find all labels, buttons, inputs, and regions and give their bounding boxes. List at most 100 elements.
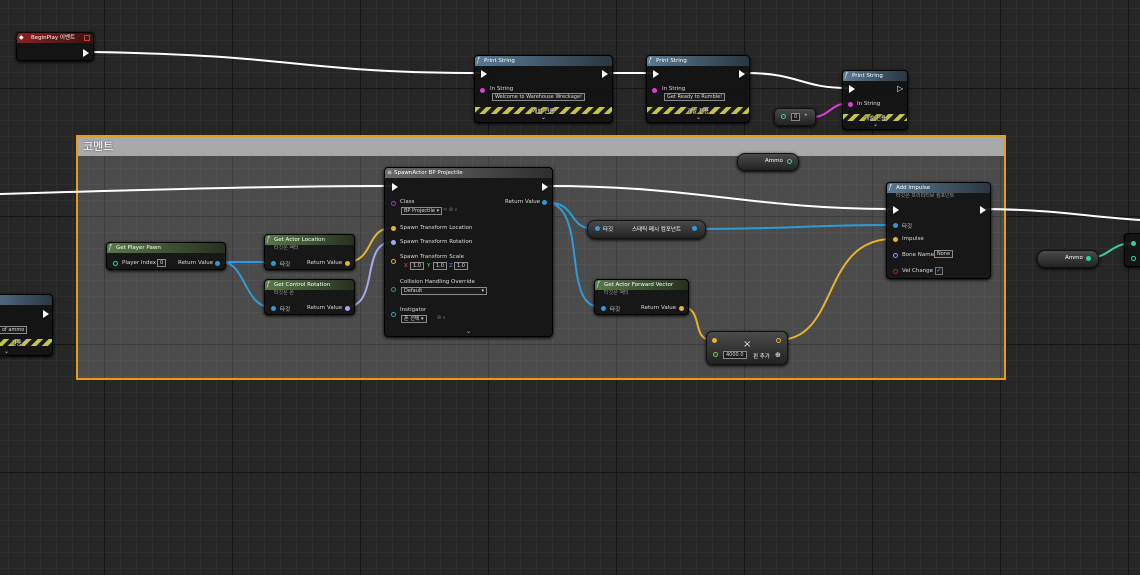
ammo-out-pin[interactable] (1086, 256, 1091, 261)
vel-change-pin[interactable] (893, 269, 898, 274)
print-string-partial-node[interactable]: of ammo 전용 ⌄ (0, 294, 53, 356)
chevron-down-icon[interactable]: ⌄ (466, 328, 471, 335)
spawn-location-label: Spawn Transform Location (400, 225, 473, 231)
target-pin[interactable] (271, 306, 276, 311)
collision-dropdown[interactable]: Default ▾ (401, 287, 487, 295)
print-string-node-2[interactable]: f Print String In String Get Ready to Rum… (646, 55, 750, 123)
bone-name-field[interactable]: None (934, 250, 954, 258)
vel-change-checkbox[interactable]: ✓ (935, 267, 943, 275)
int-in-pin[interactable] (781, 114, 786, 119)
node-subtitle: 타깃은 프리미티브 컴포넌트 (896, 193, 955, 199)
exec-in-pin[interactable] (849, 85, 855, 93)
return-value-label: Return Value (641, 305, 677, 311)
instigator-dropdown[interactable]: 폰 선택 ▾ (401, 315, 427, 323)
exec-in-pin[interactable] (481, 70, 487, 78)
dev-only-bar: 전용 (0, 339, 52, 347)
impulse-pin[interactable] (893, 237, 898, 242)
instigator-pin[interactable] (391, 312, 396, 317)
in-string-field[interactable]: Get Ready to Rumble! (664, 93, 726, 101)
in-string-field[interactable]: Welcome to Warehouse Wreckage! (492, 93, 586, 101)
exec-in-pin[interactable] (653, 70, 659, 78)
exec-out-pin[interactable] (739, 70, 745, 78)
target-label: 타깃 (610, 307, 621, 313)
vector-in-pin[interactable] (712, 338, 717, 343)
get-actor-forward-vector-node[interactable]: f Get Actor Forward Vector 타깃은 액터 타깃 Retu… (594, 279, 689, 315)
float-in-pin[interactable] (713, 352, 718, 357)
player-index-field[interactable]: 0 (157, 259, 167, 267)
return-value-pin[interactable] (692, 226, 697, 231)
return-value-pin[interactable] (215, 261, 220, 266)
exec-out-pin[interactable] (43, 310, 49, 318)
exec-out-pin-outline: ▷ (897, 84, 904, 93)
browse-icon[interactable]: ⊘ ⌕ (437, 315, 446, 321)
return-value-label: Return Value (307, 305, 343, 311)
node-title: Print String (484, 58, 515, 64)
add-impulse-node[interactable]: f Add Impulse 타깃은 프리미티브 컴포넌트 타깃 Impulse B… (886, 182, 991, 279)
add-pin-icon[interactable]: ⊕ (775, 351, 781, 359)
target-pin[interactable] (893, 223, 898, 228)
ammo-out-pin[interactable] (787, 159, 792, 164)
target-pin[interactable] (601, 306, 606, 311)
target-label: 타깃 (280, 307, 291, 313)
function-icon: f (477, 57, 480, 64)
multiply-node[interactable]: × 4000.0 핀 추가 ⊕ (706, 331, 788, 365)
chevron-down-icon[interactable]: ⌄ (873, 121, 878, 128)
get-actor-location-node[interactable]: f Get Actor Location 타깃은 액터 타깃 Return Val… (264, 234, 355, 270)
class-dropdown[interactable]: BP Projectile ▾ (401, 207, 443, 215)
return-value-label: Return Value (307, 260, 343, 266)
exec-out-pin[interactable] (83, 49, 89, 57)
in-string-pin[interactable] (480, 88, 485, 93)
spawn-actor-node[interactable]: ≡ SpawnActor BP Projectile Class BP Proje… (384, 167, 553, 337)
exec-out-pin[interactable] (602, 70, 608, 78)
exec-out-pin[interactable] (980, 206, 986, 214)
in-string-label: In String (857, 101, 881, 107)
return-value-pin[interactable] (542, 200, 547, 205)
spawn-location-pin[interactable] (391, 226, 396, 231)
partial-right-node[interactable] (1124, 233, 1140, 267)
event-icon: ◆ (19, 34, 24, 41)
return-value-pin[interactable] (679, 306, 684, 311)
vector-out-pin[interactable] (776, 338, 781, 343)
vector-wire (777, 238, 894, 341)
function-icon: f (845, 72, 848, 79)
spawn-scale-label: Spawn Transform Scale (400, 254, 464, 260)
return-value-pin[interactable] (345, 306, 350, 311)
class-pin[interactable] (391, 201, 396, 206)
begin-play-node[interactable]: ◆ BeginPlay 이벤트 (16, 32, 94, 61)
collision-pin[interactable] (391, 287, 396, 292)
ammo-variable-node-2[interactable]: Ammo (1037, 250, 1099, 268)
get-player-pawn-node[interactable]: f Get Player Pawn Player Index 0 Return V… (106, 242, 226, 270)
int-value-field[interactable]: 0 (791, 113, 801, 121)
target-pin[interactable] (595, 226, 600, 231)
scale-y-field[interactable]: 1.0 (433, 262, 447, 270)
chevron-down-icon[interactable]: ⌄ (696, 114, 701, 121)
spawn-rotation-pin[interactable] (391, 240, 396, 245)
static-mesh-component-node[interactable]: 타깃 스태틱 메시 컴포넌트 (587, 220, 706, 239)
get-control-rotation-node[interactable]: f Get Control Rotation 타깃은 폰 타깃 Return Va… (264, 279, 355, 315)
browse-icon[interactable]: ⇦ ⊘ ⌕ (443, 207, 457, 213)
in-string-pin[interactable] (848, 102, 853, 107)
bone-name-pin[interactable] (893, 253, 898, 258)
scale-x-field[interactable]: 1.0 (410, 262, 424, 270)
chevron-down-icon[interactable]: ⌄ (4, 348, 9, 355)
scale-z-field[interactable]: 1.0 (454, 262, 468, 270)
int-to-string-node[interactable]: 0 • (774, 108, 816, 126)
print-string-node-1[interactable]: f Print String In String Welcome to Wareh… (474, 55, 613, 123)
print-string-node-3[interactable]: f Print String ▷ In String 개발 전용 ⌄ (842, 70, 908, 130)
target-pin[interactable] (271, 261, 276, 266)
multiplier-field[interactable]: 4000.0 (723, 351, 747, 359)
in-string-field[interactable]: of ammo (0, 326, 28, 334)
int-pin-1[interactable] (1131, 241, 1136, 246)
ammo-variable-node-1[interactable]: Ammo (737, 153, 799, 171)
chevron-down-icon[interactable]: ⌄ (541, 114, 546, 121)
exec-out-pin[interactable] (542, 183, 548, 191)
player-index-pin[interactable] (113, 261, 118, 266)
int-pin-2[interactable] (1131, 256, 1136, 261)
in-string-pin[interactable] (652, 88, 657, 93)
spawn-scale-pin[interactable] (391, 259, 396, 264)
node-title: SpawnActor BP Projectile (394, 170, 463, 176)
exec-in-pin[interactable] (893, 206, 899, 214)
delegate-pin-icon[interactable] (84, 35, 90, 41)
exec-in-pin[interactable] (392, 183, 398, 191)
return-value-pin[interactable] (345, 261, 350, 266)
